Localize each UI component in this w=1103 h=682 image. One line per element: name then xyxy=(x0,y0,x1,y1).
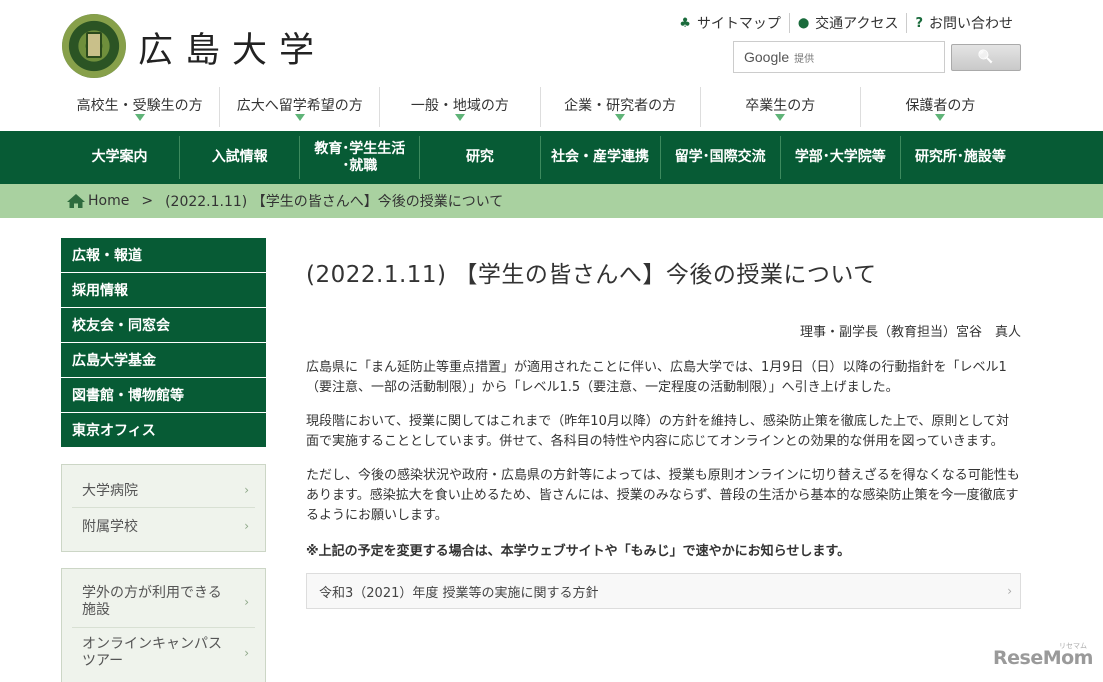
breadcrumb-separator: > xyxy=(141,193,154,209)
sidebar-item[interactable]: オンラインキャンパスツアー › xyxy=(72,628,255,678)
article-note: ※上記の予定を変更する場合は、本学ウェブサイトや「もみじ」で速やかにお知らせしま… xyxy=(306,544,851,559)
article-paragraph: 現段階において、授業に関してはこれまで（昨年10月以降）の方針を維持し、感染防止… xyxy=(306,414,1009,449)
sidebar-box-visitors: 学外の方が利用できる施設 › オンラインキャンパスツアー › xyxy=(61,568,266,682)
sidebar-box-facilities: 大学病院 › 附属学校 › xyxy=(61,464,266,552)
resemom-watermark: ReseMom リセマム xyxy=(993,642,1093,669)
chevron-right-icon: › xyxy=(244,645,249,660)
audience-nav-item[interactable]: 卒業生の方 xyxy=(699,87,860,127)
chevron-right-icon: › xyxy=(244,594,249,609)
utility-links: ♣ サイトマップ ⬤ 交通アクセス ? お問い合わせ xyxy=(671,13,1021,33)
sidebar-item-label: 附属学校 xyxy=(82,518,138,535)
chevron-right-icon: › xyxy=(244,518,249,533)
audience-nav-label: 広大へ留学希望の方 xyxy=(236,98,363,114)
site-title[interactable]: 広島大学 xyxy=(138,22,326,73)
home-icon[interactable] xyxy=(66,193,86,209)
global-nav-item[interactable]: 大学案内 xyxy=(60,136,179,179)
audience-nav-label: 高校生・受験生の方 xyxy=(76,98,203,114)
audience-nav: 高校生・受験生の方 広大へ留学希望の方 一般・地域の方 企業・研究者の方 卒業生… xyxy=(60,87,1020,127)
sidebar: 広報・報道 採用情報 校友会・同窓会 広島大学基金 図書館・博物館等 東京オフィ… xyxy=(61,238,266,682)
audience-nav-item[interactable]: 広大へ留学希望の方 xyxy=(219,87,379,127)
audience-nav-label: 卒業生の方 xyxy=(745,98,816,114)
contact-label: お問い合わせ xyxy=(929,16,1013,32)
audience-nav-label: 保護者の方 xyxy=(905,98,976,114)
triangle-down-icon xyxy=(454,114,465,121)
sidebar-item[interactable]: 広島大学基金 xyxy=(61,343,266,378)
audience-nav-label: 一般・地域の方 xyxy=(410,98,509,114)
global-nav-item[interactable]: 入試情報 xyxy=(179,136,299,179)
accordion-label: 令和3（2021）年度 授業等の実施に関する方針 xyxy=(319,585,599,601)
article: (2022.1.11) 【学生の皆さんへ】今後の授業について 理事・副学長（教育… xyxy=(306,255,1021,609)
policy-accordion[interactable]: 令和3（2021）年度 授業等の実施に関する方針 › xyxy=(306,573,1021,609)
audience-nav-label: 企業・研究者の方 xyxy=(564,98,677,114)
university-logo[interactable] xyxy=(62,14,126,78)
location-pin-icon: ⬤ xyxy=(797,17,810,29)
global-nav-item[interactable]: 研究所･施設等 xyxy=(899,136,1020,179)
page-title: (2022.1.11) 【学生の皆さんへ】今後の授業について xyxy=(306,262,877,288)
sidebar-item[interactable]: 大学病院 › xyxy=(72,473,255,508)
sidebar-item[interactable]: 附属学校 › xyxy=(72,508,255,543)
question-icon: ? xyxy=(915,15,923,31)
search-button[interactable]: 🔍 xyxy=(951,44,1021,71)
global-nav-item[interactable]: 研究 xyxy=(419,136,539,179)
sidebar-item[interactable]: 東京オフィス xyxy=(61,413,266,448)
audience-nav-item[interactable]: 企業・研究者の方 xyxy=(539,87,700,127)
breadcrumb-current: (2022.1.11) 【学生の皆さんへ】今後の授業について xyxy=(165,194,504,210)
sidebar-item-label: 学外の方が利用できる施設 xyxy=(82,585,222,618)
breadcrumb-home-link[interactable]: Home xyxy=(88,193,129,209)
sitemap-label: サイトマップ xyxy=(696,16,781,32)
triangle-down-icon xyxy=(134,114,145,121)
triangle-down-icon xyxy=(775,114,786,121)
audience-nav-item[interactable]: 高校生・受験生の方 xyxy=(60,87,219,127)
global-nav-item[interactable]: 学部･大学院等 xyxy=(779,136,900,179)
global-nav-item[interactable]: 社会・産学連携 xyxy=(539,136,660,179)
chevron-right-icon: › xyxy=(244,483,249,497)
triangle-down-icon xyxy=(294,114,305,121)
global-nav-item[interactable]: 留学･国際交流 xyxy=(659,136,780,179)
triangle-down-icon xyxy=(935,114,946,121)
article-paragraph: ただし、今後の感染状況や政府・広島県の方針等によっては、授業も原則オンラインに切… xyxy=(306,468,1020,523)
search-input[interactable]: Google 提供 xyxy=(733,41,945,73)
sidebar-item[interactable]: 校友会・同窓会 xyxy=(61,308,266,343)
audience-nav-item[interactable]: 一般・地域の方 xyxy=(379,87,539,127)
sidebar-item[interactable]: 学外の方が利用できる施設 › xyxy=(72,577,255,628)
access-link[interactable]: ⬤ 交通アクセス xyxy=(788,13,907,33)
chevron-right-icon: › xyxy=(1007,584,1012,598)
sitemap-link[interactable]: ♣ サイトマップ xyxy=(671,13,789,33)
access-label: 交通アクセス xyxy=(815,16,899,32)
sidebar-item[interactable]: 広報・報道 xyxy=(61,238,266,273)
sidebar-item-label: 大学病院 xyxy=(82,483,138,499)
watermark-small: リセマム xyxy=(1059,642,1087,650)
google-provided-label: 提供 xyxy=(794,53,815,65)
sidebar-item[interactable]: 図書館・博物館等 xyxy=(61,378,266,413)
sitemap-icon: ♣ xyxy=(679,15,691,31)
article-paragraph: 広島県に「まん延防止等重点措置」が適用されたことに伴い、広島大学では、1月9日（… xyxy=(306,360,1007,395)
audience-nav-item[interactable]: 保護者の方 xyxy=(859,87,1020,127)
sidebar-item[interactable]: 採用情報 xyxy=(61,273,266,308)
global-nav-item[interactable]: 教育･学生生活 ･就職 xyxy=(299,136,419,179)
sidebar-item-label: オンラインキャンパスツアー xyxy=(82,636,222,669)
article-author: 理事・副学長（教育担当）宮谷 真人 xyxy=(799,325,1021,340)
breadcrumb: Home > (2022.1.11) 【学生の皆さんへ】今後の授業について xyxy=(0,184,1103,218)
triangle-down-icon xyxy=(615,114,626,121)
global-nav: 大学案内 入試情報 教育･学生生活 ･就職 研究 社会・産学連携 留学･国際交流… xyxy=(0,131,1103,184)
search-icon: 🔍 xyxy=(977,50,995,65)
contact-link[interactable]: ? お問い合わせ xyxy=(906,13,1021,33)
google-logo: Google xyxy=(744,49,790,65)
sidebar-primary-links: 広報・報道 採用情報 校友会・同窓会 広島大学基金 図書館・博物館等 東京オフィ… xyxy=(61,238,266,448)
